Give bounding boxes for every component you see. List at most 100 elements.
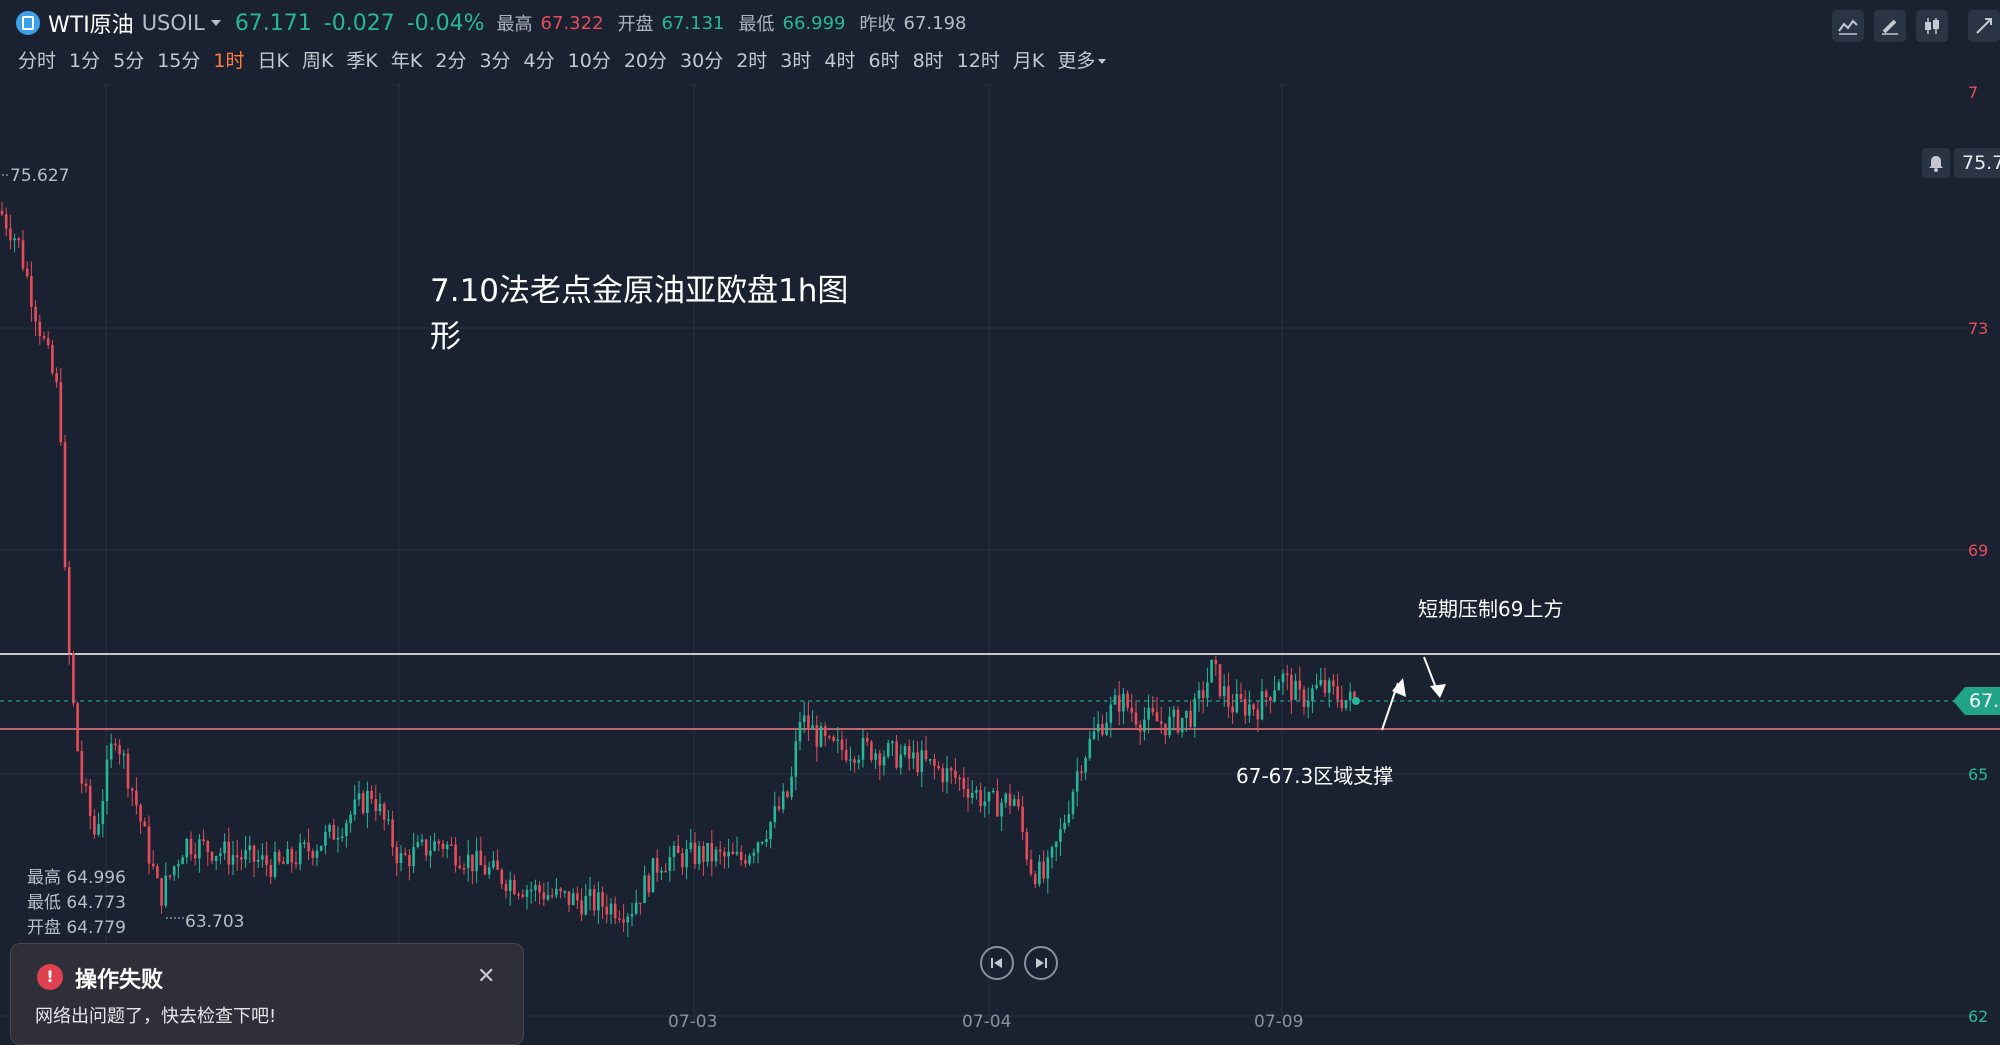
candle-body xyxy=(668,857,672,871)
timeframe-tab[interactable]: 1分 xyxy=(69,46,100,73)
price-alert[interactable]: 75.7 xyxy=(1922,148,2000,178)
timeframe-tab[interactable]: 季K xyxy=(346,46,377,73)
candle-body xyxy=(513,879,516,895)
timeframe-tab[interactable]: 1时 xyxy=(213,46,244,73)
candle-body xyxy=(1344,700,1348,709)
timeframe-tab[interactable]: 分时 xyxy=(18,46,56,73)
line-chart-icon[interactable] xyxy=(1832,10,1864,42)
candlestick-chart[interactable]: 7 73 69 65 62 xyxy=(0,84,2000,1022)
skip-forward-icon[interactable] xyxy=(1024,946,1058,980)
candle-body xyxy=(235,855,239,858)
timeframe-tab[interactable]: 2分 xyxy=(435,46,466,73)
candle-body xyxy=(319,845,323,851)
timeframe-tab[interactable]: 2时 xyxy=(736,46,767,73)
candle-body xyxy=(622,919,625,923)
candle-body xyxy=(399,853,403,864)
candle-body xyxy=(143,821,147,827)
candle-body xyxy=(391,819,394,848)
close-icon[interactable]: ✕ xyxy=(477,964,495,989)
timeframe-tab[interactable]: 20分 xyxy=(624,46,667,73)
high-label: 最高 xyxy=(496,14,533,35)
ohlc-readout: 最高 64.996 最低 64.773 开盘 64.779 xyxy=(27,866,126,941)
candle-body xyxy=(139,805,142,822)
candle-body xyxy=(1046,857,1050,879)
candle-body xyxy=(63,442,67,568)
candle-body xyxy=(168,875,172,877)
candle-body xyxy=(265,855,268,865)
timeframe-tab[interactable]: 3分 xyxy=(479,46,510,73)
candle-body xyxy=(1071,791,1075,815)
candle-body xyxy=(794,741,798,777)
candle-body xyxy=(660,870,663,873)
timeframe-tab[interactable]: 年K xyxy=(391,46,422,73)
candle-body xyxy=(424,839,428,856)
alert-price: 75.7 xyxy=(1954,148,2000,178)
candlestick-icon[interactable] xyxy=(1916,10,1948,42)
more-timeframes-dropdown[interactable]: 更多 xyxy=(1057,46,1107,73)
skip-back-icon[interactable] xyxy=(980,946,1014,980)
support-annotation: 67-67.3区域支撑 xyxy=(1236,764,1394,788)
candle-body xyxy=(571,893,575,906)
candle-body xyxy=(147,826,151,864)
timeframe-tab[interactable]: 4分 xyxy=(524,46,555,73)
candle-body xyxy=(1029,859,1033,875)
candle-body xyxy=(1235,694,1239,713)
timeframe-tab[interactable]: 6时 xyxy=(868,46,899,73)
candle-body xyxy=(886,743,890,757)
candle-body xyxy=(580,900,583,915)
bell-icon[interactable] xyxy=(1922,148,1950,178)
collapse-icon[interactable] xyxy=(1968,10,2000,42)
candle-body xyxy=(1180,718,1184,733)
candle-body xyxy=(21,240,25,269)
candle-body xyxy=(9,228,12,241)
candle-body xyxy=(1063,822,1066,830)
pen-icon[interactable] xyxy=(1874,10,1906,42)
candle-body xyxy=(252,845,256,862)
candle-body xyxy=(156,866,159,879)
candle-body xyxy=(1281,673,1285,683)
candle-body xyxy=(0,210,4,215)
candle-body xyxy=(609,903,613,915)
timeframe-tab[interactable]: 12时 xyxy=(957,46,1000,73)
candle-body xyxy=(903,746,907,755)
candle-body xyxy=(773,806,777,823)
timeframe-tab[interactable]: 3时 xyxy=(780,46,811,73)
candle-body xyxy=(416,842,420,848)
timeframe-tab[interactable]: 日K xyxy=(257,46,288,73)
timeframe-tab[interactable]: 月K xyxy=(1013,46,1044,73)
candle-body xyxy=(786,791,789,797)
timeframe-tab[interactable]: 30分 xyxy=(680,46,723,73)
candle-body xyxy=(479,850,483,866)
candle-body xyxy=(647,875,651,893)
timeframe-tab[interactable]: 周K xyxy=(302,46,333,73)
candle-body xyxy=(1067,814,1071,823)
candle-body xyxy=(336,837,340,840)
candle-body xyxy=(744,859,747,864)
symbol-dropdown-icon[interactable] xyxy=(210,20,221,26)
candle-body xyxy=(1332,680,1335,687)
candle-body xyxy=(210,852,214,861)
symbol-name[interactable]: WTI原油 xyxy=(48,7,134,39)
timeframe-tab[interactable]: 8时 xyxy=(913,46,944,73)
ohlc-low: 64.773 xyxy=(66,893,126,913)
candle-body xyxy=(727,851,730,857)
toast-message: 网络出问题了，快去检查下吧! xyxy=(35,1006,277,1027)
symbol-code[interactable]: USOIL xyxy=(142,11,205,35)
candle-body xyxy=(676,845,680,854)
last-price: 67.171 xyxy=(234,10,312,36)
candle-body xyxy=(975,790,978,793)
candle-body xyxy=(223,841,226,854)
candle-body xyxy=(605,906,609,915)
timeframe-tab[interactable]: 4时 xyxy=(824,46,855,73)
candle-body xyxy=(248,845,252,851)
timeframe-tab[interactable]: 5分 xyxy=(113,46,144,73)
timeframe-tab[interactable]: 10分 xyxy=(568,46,611,73)
candle-body xyxy=(941,768,945,783)
candle-body xyxy=(584,896,588,915)
candle-body xyxy=(1269,697,1272,701)
candle-body xyxy=(937,765,940,769)
timeframe-tab[interactable]: 15分 xyxy=(157,46,200,73)
candle-body xyxy=(664,870,667,873)
candle-body xyxy=(25,268,29,277)
candle-body xyxy=(508,879,512,892)
